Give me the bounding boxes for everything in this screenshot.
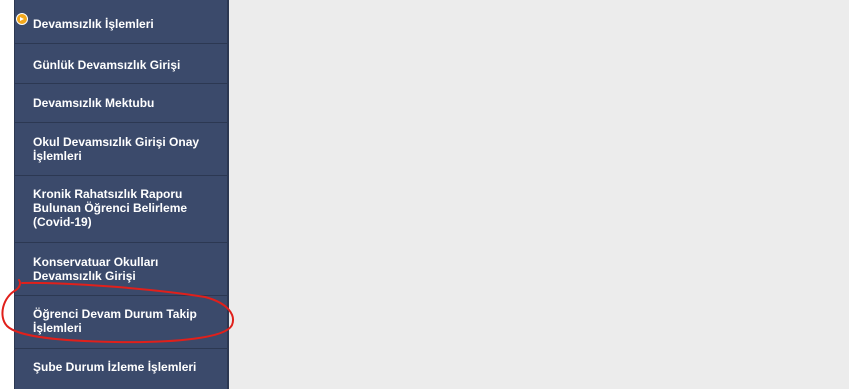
menu-item-okul-devamsizlik-onay[interactable]: Okul Devamsızlık Girişi Onay İşlemleri [15,123,228,176]
menu-item-gunluk-devamsizlik-girisi[interactable]: Günlük Devamsızlık Girişi [15,44,228,84]
menu-item-label: Günlük Devamsızlık Girişi [33,58,181,72]
menu-header-label: Devamsızlık İşlemleri [33,17,154,31]
page: Devamsızlık İşlemleri Günlük Devamsızlık… [0,0,849,389]
menu-item-ogrenci-devam-durum-takip[interactable]: Öğrenci Devam Durum Takip İşlemleri [15,296,228,349]
content-area [229,0,849,389]
menu-item-label: Şube Durum İzleme İşlemleri [33,360,197,374]
menu-header-devamsizlik[interactable]: Devamsızlık İşlemleri [15,0,228,44]
menu-item-label: Öğrenci Devam Durum Takip İşlemleri [33,307,197,335]
sidebar-menu: Devamsızlık İşlemleri Günlük Devamsızlık… [14,0,229,389]
menu-item-konservatuar-devamsizlik[interactable]: Konservatuar Okulları Devamsızlık Girişi [15,243,228,296]
arrow-circle-icon [16,13,28,25]
menu-item-sube-durum-izleme[interactable]: Şube Durum İzleme İşlemleri [15,349,228,389]
menu-item-devamsizlik-mektubu[interactable]: Devamsızlık Mektubu [15,84,228,123]
menu-item-label: Kronik Rahatsızlık Raporu Bulunan Öğrenc… [33,187,188,229]
menu-item-kronik-rahatsizlik[interactable]: Kronik Rahatsızlık Raporu Bulunan Öğrenc… [15,176,228,243]
menu-item-label: Konservatuar Okulları Devamsızlık Girişi [33,255,159,283]
menu-item-label: Devamsızlık Mektubu [33,96,155,110]
menu-item-label: Okul Devamsızlık Girişi Onay İşlemleri [33,135,200,163]
left-margin [0,0,14,389]
